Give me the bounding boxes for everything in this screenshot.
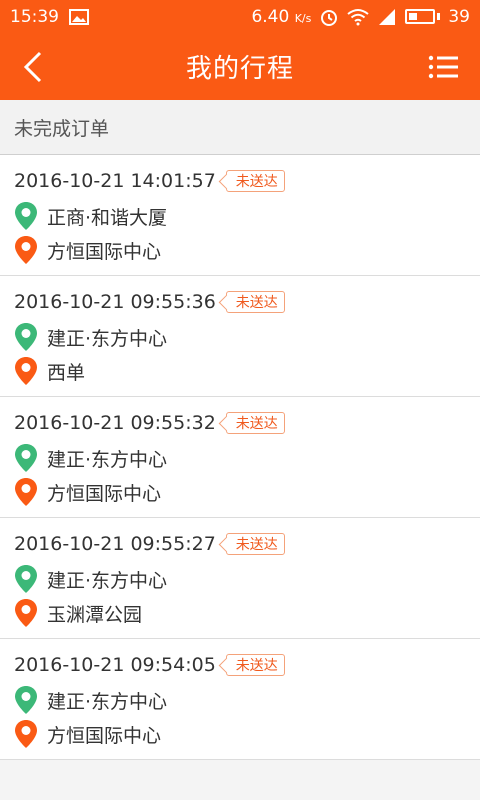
pickup-address: 建正·东方中心 [47, 448, 168, 471]
status-badge: 未送达 [225, 291, 285, 313]
signal-icon [379, 8, 396, 25]
wifi-icon [347, 8, 369, 25]
battery-level: 39 [448, 6, 470, 27]
start-location-pin-icon [15, 686, 37, 714]
status-badge: 未送达 [225, 170, 285, 192]
end-location-pin-icon [15, 599, 37, 627]
image-notification-icon [69, 8, 89, 25]
end-location-pin-icon [15, 236, 37, 264]
start-location-pin-icon [15, 565, 37, 593]
start-location-pin-icon [15, 444, 37, 472]
start-location-pin-icon [15, 202, 37, 230]
alarm-icon [321, 9, 338, 26]
order-list: 2016-10-21 14:01:57 未送达 正商·和谐大厦 方恒国际中心 2… [0, 155, 480, 760]
start-location-pin-icon [15, 323, 37, 351]
pickup-address: 建正·东方中心 [47, 327, 168, 350]
section-header: 未完成订单 [0, 100, 480, 155]
order-item[interactable]: 2016-10-21 09:55:27 未送达 建正·东方中心 玉渊潭公园 [0, 518, 480, 639]
destination-address: 方恒国际中心 [47, 240, 162, 263]
destination-address: 玉渊潭公园 [47, 603, 143, 626]
order-datetime: 2016-10-21 09:55:36 [14, 291, 216, 313]
title-bar: 我的行程 [0, 33, 480, 100]
pickup-address: 建正·东方中心 [47, 569, 168, 592]
destination-address: 西单 [47, 361, 86, 384]
order-item[interactable]: 2016-10-21 09:55:36 未送达 建正·东方中心 西单 [0, 276, 480, 397]
network-speed: 6.40 K/s [251, 6, 312, 27]
battery-icon [405, 9, 436, 24]
section-title: 未完成订单 [14, 117, 110, 140]
destination-address: 方恒国际中心 [47, 482, 162, 505]
status-badge: 未送达 [225, 412, 285, 434]
order-datetime: 2016-10-21 09:55:32 [14, 412, 216, 434]
end-location-pin-icon [15, 720, 37, 748]
status-badge: 未送达 [225, 654, 285, 676]
status-badge: 未送达 [225, 533, 285, 555]
order-datetime: 2016-10-21 09:55:27 [14, 533, 216, 555]
order-datetime: 2016-10-21 14:01:57 [14, 170, 216, 192]
pickup-address: 正商·和谐大厦 [47, 206, 168, 229]
destination-address: 方恒国际中心 [47, 724, 162, 747]
pickup-address: 建正·东方中心 [47, 690, 168, 713]
order-datetime: 2016-10-21 09:54:05 [14, 654, 216, 676]
status-bar: 15:39 6.40 K/s 39 [0, 0, 480, 33]
order-item[interactable]: 2016-10-21 14:01:57 未送达 正商·和谐大厦 方恒国际中心 [0, 155, 480, 276]
back-icon[interactable] [16, 47, 52, 87]
status-time: 15:39 [10, 6, 59, 27]
end-location-pin-icon [15, 478, 37, 506]
page-title: 我的行程 [185, 54, 294, 84]
network-speed-unit: K/s [294, 11, 312, 25]
end-location-pin-icon [15, 357, 37, 385]
list-menu-icon[interactable] [428, 54, 458, 80]
order-item[interactable]: 2016-10-21 09:54:05 未送达 建正·东方中心 方恒国际中心 [0, 639, 480, 760]
order-item[interactable]: 2016-10-21 09:55:32 未送达 建正·东方中心 方恒国际中心 [0, 397, 480, 518]
